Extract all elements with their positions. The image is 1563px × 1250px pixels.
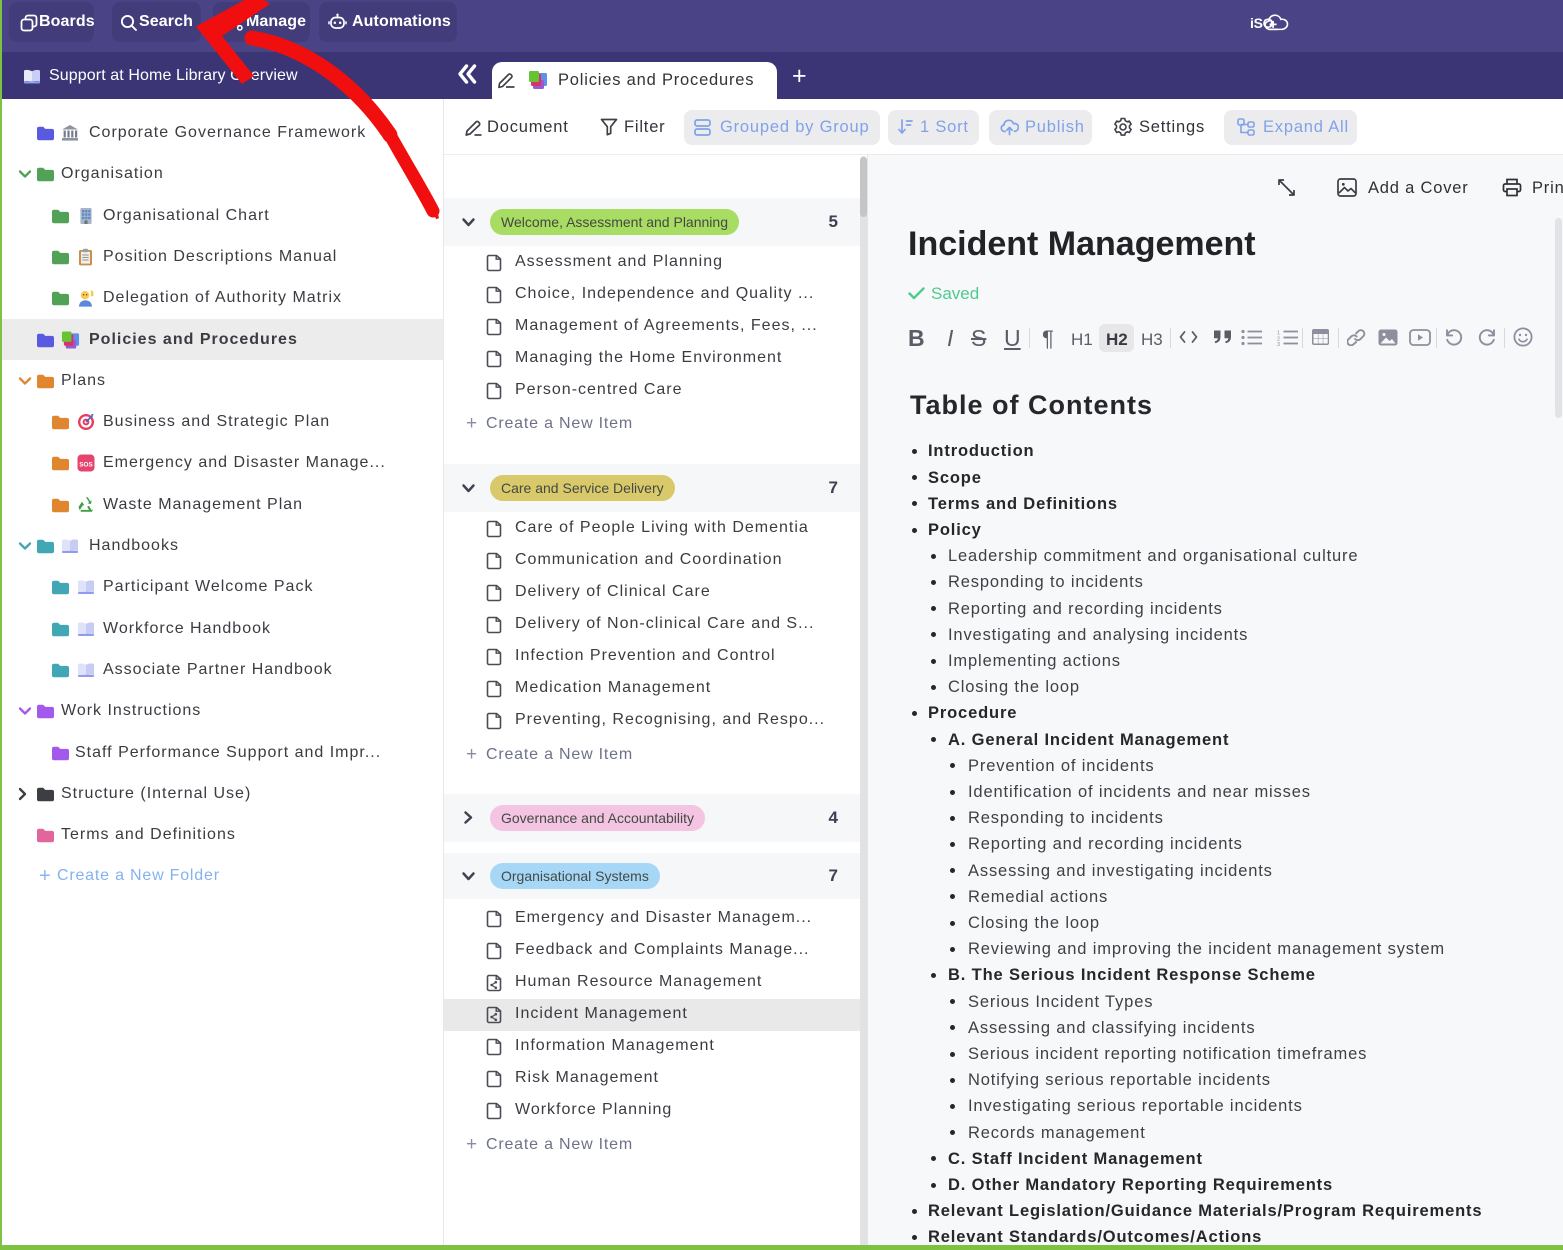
svg-text:SOS: SOS — [79, 462, 93, 469]
svg-text:3: 3 — [1277, 342, 1280, 346]
